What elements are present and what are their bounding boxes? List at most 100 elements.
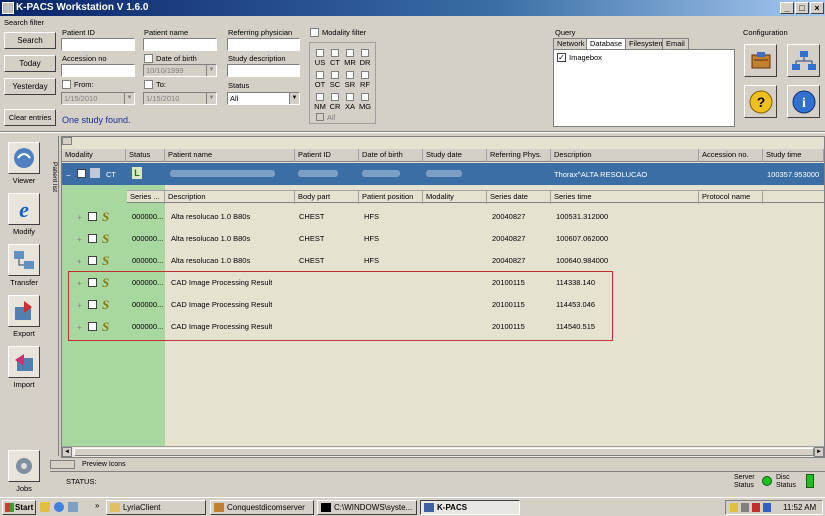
patient-id-input[interactable]	[61, 38, 135, 51]
series-checkbox[interactable]	[88, 278, 97, 287]
series-row[interactable]: + S 000000... CAD Image Processing Resul…	[62, 272, 817, 294]
scroll-left-icon[interactable]: ◄	[62, 447, 72, 457]
col-referring-phys[interactable]: Referring Phys.	[487, 149, 551, 162]
network-config-button[interactable]	[787, 44, 820, 77]
task-lyriaclient[interactable]: LyriaClient	[106, 500, 206, 515]
scroll-thumb[interactable]	[74, 448, 814, 456]
accession-input[interactable]	[61, 64, 135, 77]
expand-icon[interactable]: +	[77, 302, 82, 310]
dob-select[interactable]: 10/10/1999 ▼	[143, 64, 217, 77]
jobs-button[interactable]: Jobs	[4, 450, 44, 493]
series-row[interactable]: + S 000000... CAD Image Processing Resul…	[62, 294, 817, 316]
tray-icon[interactable]	[763, 503, 771, 512]
col-patient-id[interactable]: Patient ID	[295, 149, 359, 162]
tray-icon[interactable]	[730, 503, 738, 512]
today-button[interactable]: Today	[4, 55, 56, 72]
preview-icons-label[interactable]: Preview Icons	[82, 461, 126, 468]
scroll-right-icon[interactable]: ►	[814, 447, 824, 457]
col-modality[interactable]: Modality	[62, 149, 126, 162]
series-checkbox[interactable]	[88, 322, 97, 331]
modality-checkbox-ot[interactable]	[316, 71, 324, 79]
expand-icon[interactable]: +	[77, 214, 82, 222]
import-button[interactable]: Import	[4, 346, 44, 389]
explorer-icon[interactable]	[68, 502, 78, 512]
task-kpacs[interactable]: K-PACS	[420, 500, 520, 515]
tray-icon[interactable]	[741, 503, 749, 512]
col-series-date[interactable]: Series date	[487, 191, 551, 204]
col-series-number[interactable]: Series ...	[127, 191, 165, 204]
tab-email[interactable]: Email	[662, 38, 689, 49]
task-cmd[interactable]: C:\WINDOWS\syste...	[317, 500, 417, 515]
patient-list-vertical-tab[interactable]: Patient list	[49, 136, 59, 456]
modify-button[interactable]: e Modify	[4, 193, 44, 236]
tray-icon[interactable]	[752, 503, 760, 512]
series-row[interactable]: + S 000000... CAD Image Processing Resul…	[62, 316, 817, 338]
yesterday-button[interactable]: Yesterday	[4, 78, 56, 95]
col-series-modality[interactable]: Modality	[423, 191, 487, 204]
status-select[interactable]: All ▼	[227, 92, 300, 105]
tab-network[interactable]: Network	[553, 38, 589, 49]
dob-checkbox[interactable]	[144, 54, 153, 63]
modality-checkbox-sr[interactable]	[346, 71, 354, 79]
col-accession-no[interactable]: Accession no.	[699, 149, 763, 162]
collapse-icon[interactable]: −	[66, 171, 71, 180]
imagebox-checkbox[interactable]: ✓	[557, 53, 566, 62]
help-button[interactable]: ?	[744, 85, 777, 118]
col-study-time[interactable]: Study time	[763, 149, 824, 162]
col-series-description[interactable]: Description	[165, 191, 295, 204]
study-row[interactable]: − CT L Thorax^ALTA RESOLUCAO 100357.9530…	[62, 163, 824, 185]
study-description-input[interactable]	[227, 64, 300, 77]
modality-checkbox-ct[interactable]	[331, 49, 339, 57]
referring-physician-input[interactable]	[227, 38, 300, 51]
minimize-button[interactable]: _	[780, 2, 794, 14]
modality-checkbox-all[interactable]	[316, 113, 324, 121]
modality-checkbox-xa[interactable]	[346, 93, 354, 101]
modality-filter-checkbox[interactable]	[310, 28, 319, 37]
modality-checkbox-rf[interactable]	[361, 71, 369, 79]
clear-entries-button[interactable]: Clear entries	[4, 109, 56, 126]
col-description[interactable]: Description	[551, 149, 699, 162]
export-button[interactable]: Export	[4, 295, 44, 338]
study-checkbox[interactable]	[77, 169, 86, 178]
modality-checkbox-sc[interactable]	[331, 71, 339, 79]
horizontal-scrollbar[interactable]: ◄ ►	[62, 446, 824, 457]
col-status[interactable]: Status	[126, 149, 165, 162]
expand-icon[interactable]: +	[77, 258, 82, 266]
desktop-icon[interactable]	[40, 502, 50, 512]
transfer-button[interactable]: Transfer	[4, 244, 44, 287]
expand-icon[interactable]: +	[77, 236, 82, 244]
panel-toggle[interactable]	[62, 137, 72, 145]
expand-icon[interactable]: +	[77, 324, 82, 332]
modality-checkbox-mr[interactable]	[346, 49, 354, 57]
modality-checkbox-nm[interactable]	[316, 93, 324, 101]
to-date-select[interactable]: 1/15/2010 ▼	[143, 92, 217, 105]
info-button[interactable]: i	[787, 85, 820, 118]
modality-checkbox-us[interactable]	[316, 49, 324, 57]
to-checkbox[interactable]	[144, 80, 153, 89]
modality-checkbox-cr[interactable]	[331, 93, 339, 101]
preview-toggle[interactable]	[50, 460, 75, 469]
series-checkbox[interactable]	[88, 212, 97, 221]
col-body-part[interactable]: Body part	[295, 191, 359, 204]
series-checkbox[interactable]	[88, 300, 97, 309]
task-conquestdicomserver[interactable]: Conquestdicomserver	[210, 500, 314, 515]
settings-button[interactable]	[744, 44, 777, 77]
series-checkbox[interactable]	[88, 234, 97, 243]
series-checkbox[interactable]	[88, 256, 97, 265]
col-protocol-name[interactable]: Protocol name	[699, 191, 763, 204]
maximize-button[interactable]: □	[795, 2, 809, 14]
patient-name-input[interactable]	[143, 38, 217, 51]
start-button[interactable]: Start	[2, 500, 36, 515]
viewer-button[interactable]: Viewer	[4, 142, 44, 185]
expand-icon[interactable]: +	[77, 280, 82, 288]
col-study-date[interactable]: Study date	[423, 149, 487, 162]
browser-icon[interactable]	[54, 502, 64, 512]
series-row[interactable]: + S 000000... Alta resolucao 1.0 B80s CH…	[62, 250, 817, 272]
quicklaunch-chevron-icon[interactable]: »	[95, 501, 99, 510]
from-checkbox[interactable]	[62, 80, 71, 89]
col-series-time[interactable]: Series time	[551, 191, 699, 204]
from-date-select[interactable]: 1/15/2010 ▼	[61, 92, 135, 105]
col-patient-name[interactable]: Patient name	[165, 149, 295, 162]
close-button[interactable]: ×	[810, 2, 824, 14]
series-row[interactable]: + S 000000... Alta resolucao 1.0 B80s CH…	[62, 228, 817, 250]
